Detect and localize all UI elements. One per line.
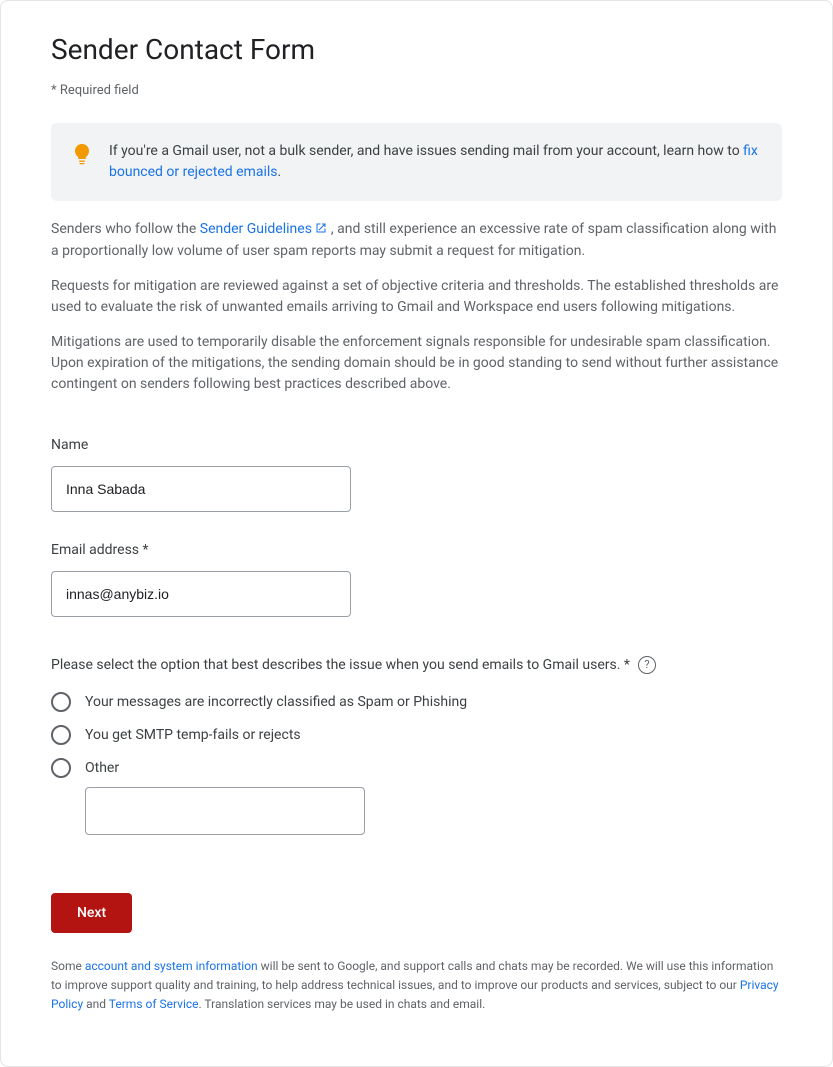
radio-circle-icon[interactable]	[51, 758, 71, 778]
tip-text: If you're a Gmail user, not a bulk sende…	[109, 141, 760, 183]
tip-prefix: If you're a Gmail user, not a bulk sende…	[109, 143, 743, 159]
form-card: Sender Contact Form * Required field If …	[0, 0, 833, 1067]
radio-option-spam[interactable]: Your messages are incorrectly classified…	[51, 686, 782, 719]
page-title: Sender Contact Form	[51, 29, 782, 71]
radio-circle-icon[interactable]	[51, 725, 71, 745]
next-button[interactable]: Next	[51, 893, 132, 933]
email-label: Email address *	[51, 540, 782, 561]
intro-paragraph-1: Senders who follow the Sender Guidelines…	[51, 219, 782, 262]
intro-paragraph-3: Mitigations are used to temporarily disa…	[51, 332, 782, 395]
radio-option-other[interactable]: Other	[51, 752, 782, 785]
radio-label: You get SMTP temp-fails or rejects	[85, 725, 301, 746]
radio-option-smtp[interactable]: You get SMTP temp-fails or rejects	[51, 719, 782, 752]
disclaimer-d: . Translation services may be used in ch…	[199, 997, 486, 1011]
sender-guidelines-link[interactable]: Sender Guidelines	[200, 221, 331, 237]
disclaimer-a: Some	[51, 959, 85, 973]
disclaimer-c: and	[83, 997, 109, 1011]
name-input[interactable]	[51, 466, 351, 512]
terms-of-service-link[interactable]: Terms of Service	[109, 997, 199, 1011]
help-icon[interactable]: ?	[638, 656, 656, 674]
external-link-icon	[315, 220, 327, 241]
tip-suffix: .	[277, 164, 281, 180]
other-input[interactable]	[85, 787, 365, 835]
issue-question-label: Please select the option that best descr…	[51, 655, 630, 676]
intro-p1-a: Senders who follow the	[51, 221, 200, 237]
disclaimer: Some account and system information will…	[51, 957, 782, 1015]
email-input[interactable]	[51, 571, 351, 617]
intro-paragraph-2: Requests for mitigation are reviewed aga…	[51, 276, 782, 318]
issue-radio-group: Your messages are incorrectly classified…	[51, 686, 782, 835]
tip-banner: If you're a Gmail user, not a bulk sende…	[51, 123, 782, 201]
radio-label: Your messages are incorrectly classified…	[85, 692, 467, 713]
lightbulb-icon	[73, 143, 91, 172]
radio-label: Other	[85, 758, 119, 779]
sender-guidelines-text: Sender Guidelines	[200, 221, 312, 237]
account-info-link[interactable]: account and system information	[85, 959, 258, 973]
name-label: Name	[51, 435, 782, 456]
required-field-note: * Required field	[51, 81, 782, 101]
radio-circle-icon[interactable]	[51, 692, 71, 712]
